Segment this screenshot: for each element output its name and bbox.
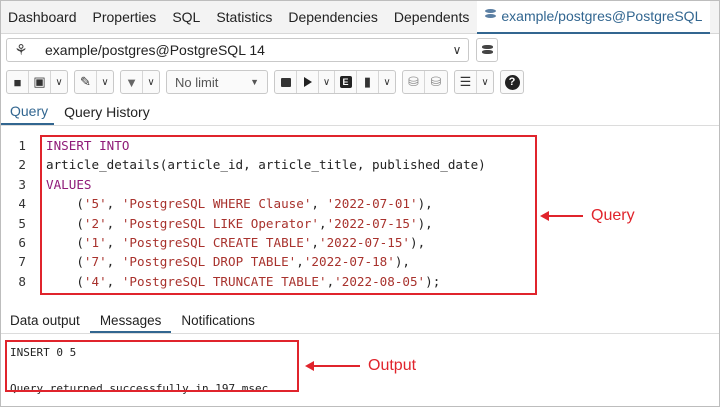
line-number: 4 xyxy=(18,196,26,212)
plug-icon: ⚘ xyxy=(14,42,28,59)
query-toolbar: ■ ▣ ∨ ✎ ∨ ▼ ∨ No limit ▼ ∨ E ▮ ∨ ⛁ ⛁ ☰ ∨… xyxy=(0,67,720,97)
query-highlight-box xyxy=(40,135,537,295)
commit-icon: ⛁ xyxy=(408,74,419,89)
play-icon xyxy=(303,77,312,87)
line-number-gutter: 1 2 3 4 5 6 7 8 xyxy=(0,136,30,291)
line-number: 1 xyxy=(18,138,26,153)
tab-properties[interactable]: Properties xyxy=(85,0,165,34)
tab-messages[interactable]: Messages xyxy=(89,313,172,333)
arrow-left-icon xyxy=(305,361,314,371)
output-annotation-label: Output xyxy=(368,357,417,374)
execute-options-dropdown[interactable]: ∨ xyxy=(319,71,335,93)
chevron-down-icon: ∨ xyxy=(322,76,331,88)
tab-dashboard[interactable]: Dashboard xyxy=(0,0,85,34)
explain-button[interactable]: E xyxy=(335,71,357,93)
output-annotation: Output xyxy=(305,357,416,375)
chevron-down-icon: ∨ xyxy=(55,76,63,88)
chevron-down-icon: ∨ xyxy=(452,43,462,57)
tab-query-tool-label: example/postgres@PostgreSQL xyxy=(501,7,703,24)
list-icon: ☰ xyxy=(459,74,472,89)
query-annotation-label: Query xyxy=(591,207,635,224)
chevron-down-icon: ∨ xyxy=(147,76,155,88)
save-file-button[interactable]: ▣ xyxy=(29,71,51,93)
chart-icon: ▮ xyxy=(363,74,372,89)
result-tabs: Data output Messages Notifications xyxy=(0,310,720,334)
line-number: 7 xyxy=(18,254,26,270)
line-number: 6 xyxy=(18,234,26,250)
execute-group: ∨ E ▮ ∨ xyxy=(274,70,396,94)
rollback-button[interactable]: ⛁ xyxy=(425,71,447,93)
edit-group: ✎ ∨ xyxy=(74,70,114,94)
filter-button[interactable]: ▼ xyxy=(121,71,143,93)
transaction-group: ⛁ ⛁ xyxy=(402,70,448,94)
new-connection-button[interactable] xyxy=(476,38,498,62)
chevron-down-icon: ∨ xyxy=(383,76,391,88)
arrow-left-icon xyxy=(540,211,549,221)
row-limit-value: No limit xyxy=(175,74,219,90)
edit-options-dropdown[interactable]: ∨ xyxy=(97,71,113,93)
database-icon xyxy=(481,45,493,55)
top-tab-bar: Dashboard Properties SQL Statistics Depe… xyxy=(0,0,720,34)
file-group: ■ ▣ ∨ xyxy=(6,70,68,94)
connection-value: example/postgres@PostgreSQL 14 xyxy=(45,42,265,58)
macros-options-dropdown[interactable]: ∨ xyxy=(477,71,493,93)
pencil-icon: ✎ xyxy=(80,74,91,89)
macros-group: ☰ ∨ xyxy=(454,70,494,94)
tab-sql[interactable]: SQL xyxy=(164,0,208,34)
tab-dependents[interactable]: Dependents xyxy=(386,0,478,34)
limit-group: No limit ▼ xyxy=(166,70,268,94)
tab-query-tool[interactable]: example/postgres@PostgreSQL xyxy=(477,0,711,34)
explain-icon: E xyxy=(339,76,352,88)
tab-query-history[interactable]: Query History xyxy=(54,104,156,125)
explain-analyze-button[interactable]: ▮ xyxy=(357,71,379,93)
line-number: 3 xyxy=(18,176,26,192)
folder-icon: ■ xyxy=(13,74,22,90)
macros-button[interactable]: ☰ xyxy=(455,71,477,93)
save-options-dropdown[interactable]: ∨ xyxy=(51,71,67,93)
connection-select[interactable]: ⚘ example/postgres@PostgreSQL 14 ∨ xyxy=(6,38,469,62)
stop-icon xyxy=(280,77,291,87)
tab-notifications[interactable]: Notifications xyxy=(171,313,265,333)
line-number: 8 xyxy=(18,273,26,289)
query-annotation: Query xyxy=(540,207,635,225)
help-button[interactable]: ? xyxy=(501,71,523,93)
rollback-icon: ⛁ xyxy=(430,74,442,89)
open-file-button[interactable]: ■ xyxy=(7,71,29,93)
filter-options-dropdown[interactable]: ∨ xyxy=(143,71,159,93)
caret-down-icon: ▼ xyxy=(250,77,259,87)
commit-button[interactable]: ⛁ xyxy=(403,71,425,93)
tab-data-output[interactable]: Data output xyxy=(0,313,90,333)
tab-dependencies[interactable]: Dependencies xyxy=(280,0,386,34)
row-limit-select[interactable]: No limit ▼ xyxy=(167,71,267,93)
filter-icon: ▼ xyxy=(125,74,138,90)
database-icon xyxy=(485,9,497,22)
stop-button[interactable] xyxy=(275,71,297,93)
edit-button[interactable]: ✎ xyxy=(75,71,97,93)
line-number: 2 xyxy=(18,157,26,173)
save-icon: ▣ xyxy=(33,74,46,89)
explain-options-dropdown[interactable]: ∨ xyxy=(379,71,395,93)
query-tabs: Query Query History xyxy=(0,100,720,126)
tab-query[interactable]: Query xyxy=(0,103,55,125)
chevron-down-icon: ∨ xyxy=(481,76,489,88)
execute-button[interactable] xyxy=(297,71,319,93)
chevron-down-icon: ∨ xyxy=(101,76,109,88)
filter-group: ▼ ∨ xyxy=(120,70,160,94)
tab-statistics[interactable]: Statistics xyxy=(208,0,280,34)
output-highlight-box xyxy=(5,340,299,392)
help-icon: ? xyxy=(504,74,520,90)
connection-bar: ⚘ example/postgres@PostgreSQL 14 ∨ xyxy=(0,35,720,65)
help-group: ? xyxy=(500,70,524,94)
line-number: 5 xyxy=(18,215,26,231)
